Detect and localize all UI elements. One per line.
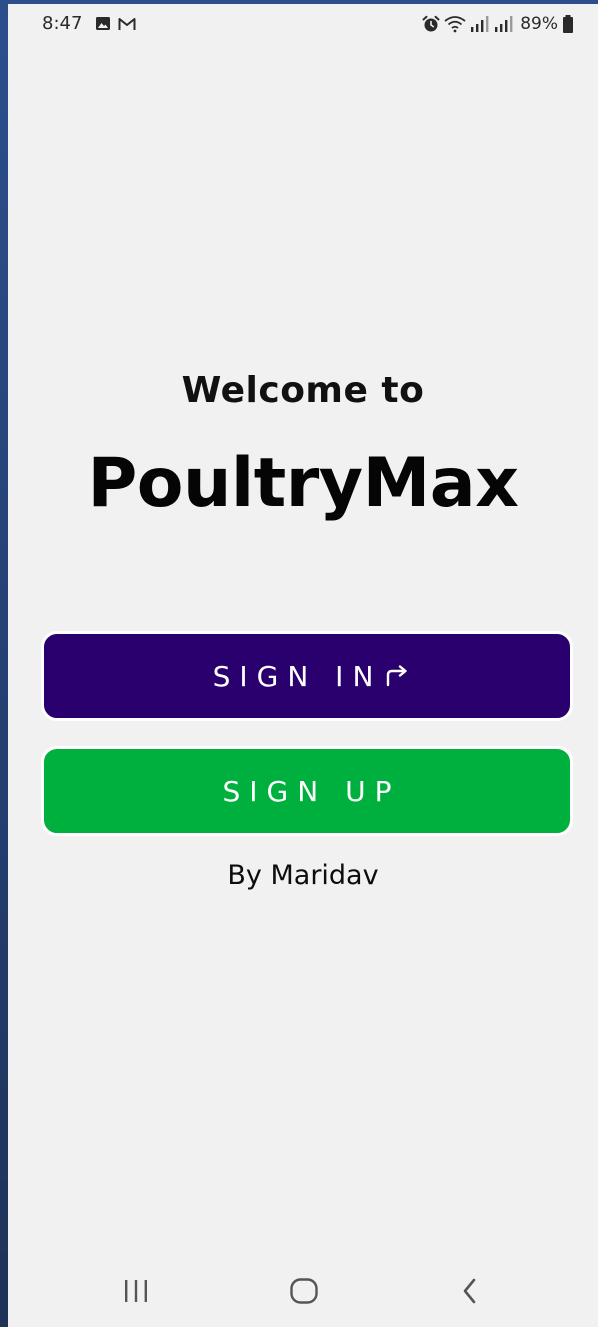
home-icon: [290, 1278, 318, 1304]
app-screen: 8:47 89% Welcome to PoultryMax SIGN IN S…: [8, 4, 598, 1327]
recents-button[interactable]: [106, 1269, 166, 1313]
back-button[interactable]: [440, 1269, 500, 1313]
welcome-heading: Welcome to: [181, 370, 425, 411]
sign-in-button[interactable]: SIGN IN: [41, 631, 573, 721]
navigation-bar: [8, 1257, 598, 1327]
battery-percentage: 89%: [520, 14, 558, 34]
photo-icon: [96, 17, 110, 30]
app-title: PoultryMax: [87, 444, 519, 523]
status-indicators: 89%: [422, 13, 574, 35]
byline: By Maridav: [227, 860, 379, 891]
back-icon: [463, 1278, 476, 1304]
wifi-icon: [444, 16, 466, 33]
status-bar: 8:47 89%: [8, 4, 598, 44]
sign-in-arrow-icon: [387, 665, 408, 687]
gmail-icon: [118, 18, 136, 30]
alarm-icon: [422, 15, 440, 32]
sign-in-label: SIGN IN: [212, 659, 383, 693]
sign-up-button[interactable]: SIGN UP: [41, 746, 573, 836]
sign-up-label: SIGN UP: [222, 774, 401, 808]
battery-icon: [563, 15, 573, 33]
signal-icon: [495, 16, 513, 32]
signal-icon: [471, 16, 489, 32]
recents-icon: [125, 1280, 147, 1302]
status-time: 8:47: [42, 13, 83, 34]
home-button[interactable]: [274, 1269, 334, 1313]
